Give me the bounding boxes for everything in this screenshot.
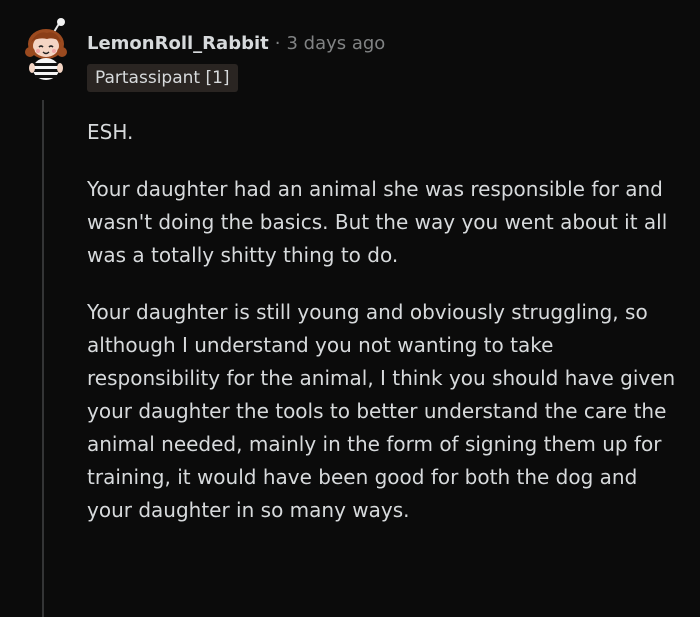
user-avatar-icon[interactable] bbox=[20, 18, 72, 82]
comment-paragraph: Your daughter had an animal she was resp… bbox=[87, 177, 668, 267]
username-link[interactable]: LemonRoll_Rabbit bbox=[87, 33, 269, 54]
thread-collapse-line[interactable] bbox=[42, 100, 44, 617]
comment-paragraph: Your daughter is still young and obvious… bbox=[87, 300, 676, 522]
user-flair: Partassipant [1] bbox=[87, 64, 238, 92]
comment-body: ESH. Your daughter had an animal she was… bbox=[87, 116, 677, 551]
comment: LemonRoll_Rabbit · 3 days ago Partassipa… bbox=[0, 0, 700, 617]
comment-timestamp[interactable]: 3 days ago bbox=[286, 33, 385, 54]
comment-header: LemonRoll_Rabbit · 3 days ago bbox=[87, 29, 385, 57]
comment-paragraph: ESH. bbox=[87, 120, 134, 144]
separator-dot: · bbox=[274, 32, 281, 54]
